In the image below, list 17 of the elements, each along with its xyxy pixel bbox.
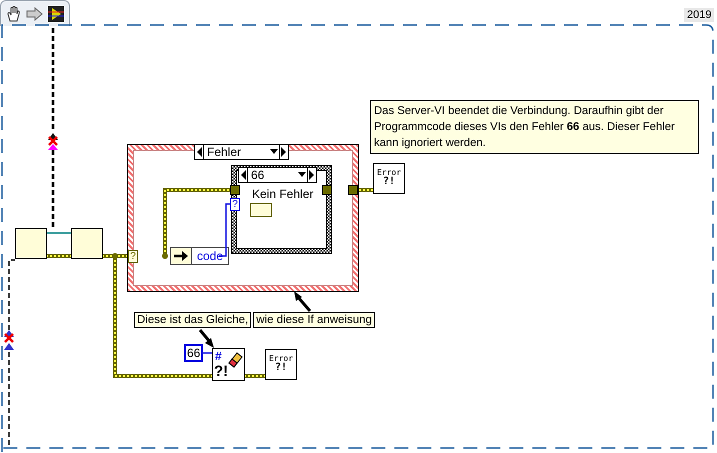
label-text: wie diese If anweisung bbox=[253, 312, 375, 328]
numeric-mark: # bbox=[215, 349, 222, 363]
numeric-constant: 66 bbox=[184, 344, 204, 362]
error-handler-icon: Error ?! bbox=[373, 163, 405, 194]
error-mark: ?! bbox=[214, 364, 228, 380]
field-name: code bbox=[191, 248, 228, 264]
case-selector[interactable]: Fehler bbox=[194, 144, 289, 160]
case-label: Kein Fehler bbox=[252, 187, 314, 201]
case-selector-terminal: ? bbox=[230, 198, 240, 211]
case-selector-value: 66 bbox=[250, 168, 266, 182]
error-handler-icon: Error ?! bbox=[265, 349, 297, 380]
comment-text: Das Server-VI beendet die Verbindung. Daraufhin gibt der Programmcode dieses VIs den Fehler 66 aus. Dieser Fehler kann ignoriert werden. bbox=[370, 100, 699, 154]
case-selector-value: Fehler bbox=[206, 145, 242, 159]
year-label: 2019 bbox=[684, 8, 714, 22]
label-text: Diese ist das Gleiche, bbox=[134, 312, 252, 328]
selector-terminal: ? bbox=[128, 250, 138, 263]
case-selector[interactable]: 66 bbox=[238, 167, 317, 183]
